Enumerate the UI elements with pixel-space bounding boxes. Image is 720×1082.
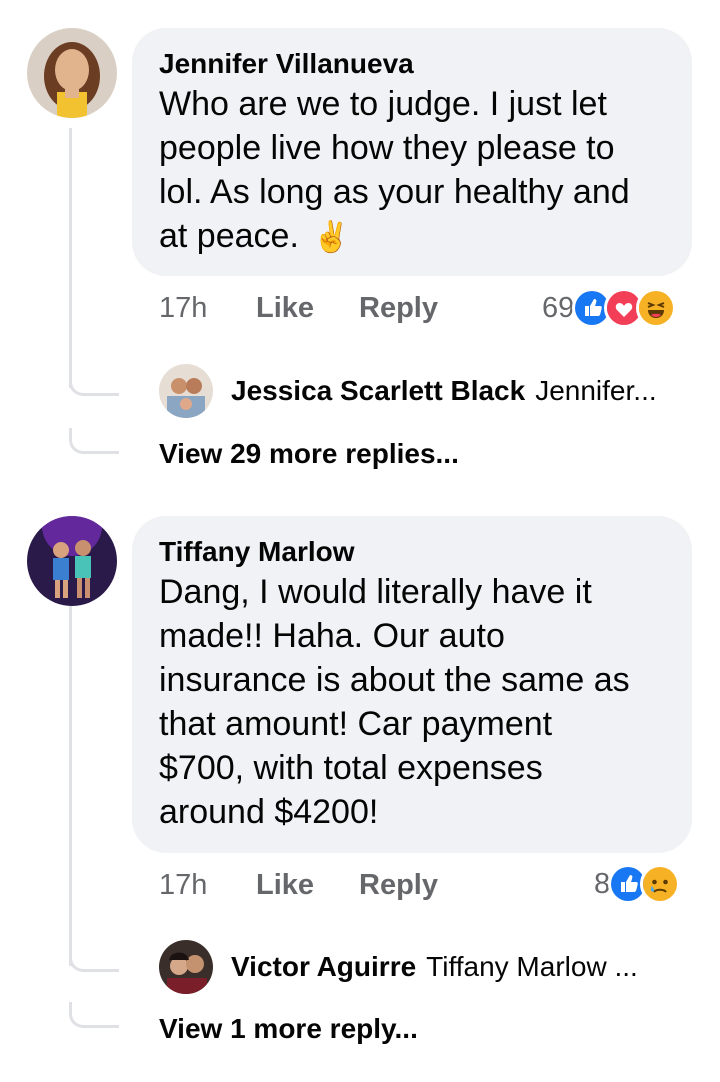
comment-text-line: around $4200!	[159, 793, 379, 831]
comment-timestamp[interactable]: 17h	[159, 869, 207, 902]
avatar-jessica[interactable]	[159, 364, 213, 418]
reaction-summary[interactable]: 69	[542, 288, 677, 328]
sad-icon	[640, 864, 681, 904]
thread-line	[69, 128, 72, 388]
like-button[interactable]: Like	[256, 292, 314, 325]
comment-text-last-line: at peace. ✌️	[159, 214, 666, 260]
comment-text-line: Dang, I would literally have it	[159, 573, 592, 611]
comment-text-line: made!! Haha. Our auto	[159, 617, 505, 655]
avatar-tiffany[interactable]	[27, 516, 117, 606]
reply-snippet: Jennifer...	[535, 375, 657, 406]
comment-timestamp[interactable]: 17h	[159, 292, 207, 325]
comment-bubble: Jennifer Villanueva Who are we to judge.…	[132, 28, 692, 276]
comment-author[interactable]: Jennifer Villanueva	[159, 46, 666, 82]
comment-text-line: lol. As long as your healthy and	[159, 173, 630, 211]
thread-branch	[69, 428, 119, 454]
comment-text-line: at peace.	[159, 217, 299, 255]
like-button[interactable]: Like	[256, 869, 314, 902]
haha-icon	[636, 288, 677, 328]
reply-preview[interactable]: Jessica Scarlett Black Jennifer...	[159, 364, 657, 418]
comment-text-line: Who are we to judge. I just let	[159, 85, 607, 123]
thread-branch	[69, 370, 119, 396]
comment-bubble: Tiffany Marlow Dang, I would literally h…	[132, 516, 692, 853]
reply-author: Jessica Scarlett Black	[231, 375, 526, 406]
victory-hand-emoji: ✌️	[312, 221, 351, 254]
thread-line	[69, 606, 72, 966]
comment-text-line: that amount! Car payment	[159, 705, 553, 743]
comment-text-line: insurance is about the same as	[159, 661, 630, 699]
reply-author: Victor Aguirre	[231, 951, 417, 982]
comment-text-line: $700, with total expenses	[159, 749, 543, 787]
reply-button[interactable]: Reply	[359, 292, 438, 325]
comment-text-line: people live how they please to	[159, 129, 615, 167]
reply-preview[interactable]: Victor Aguirre Tiffany Marlow ...	[159, 940, 638, 994]
avatar-jennifer[interactable]	[27, 28, 117, 118]
reply-snippet: Tiffany Marlow ...	[426, 951, 638, 982]
avatar-victor[interactable]	[159, 940, 213, 994]
reaction-count: 69	[542, 291, 575, 324]
view-more-replies-link[interactable]: View 29 more replies...	[159, 438, 459, 470]
comment-author[interactable]: Tiffany Marlow	[159, 534, 666, 570]
thread-branch	[69, 1002, 119, 1028]
view-more-replies-link[interactable]: View 1 more reply...	[159, 1013, 418, 1045]
thread-branch	[69, 946, 119, 972]
reply-button[interactable]: Reply	[359, 869, 438, 902]
reaction-summary[interactable]: 8	[594, 864, 681, 904]
